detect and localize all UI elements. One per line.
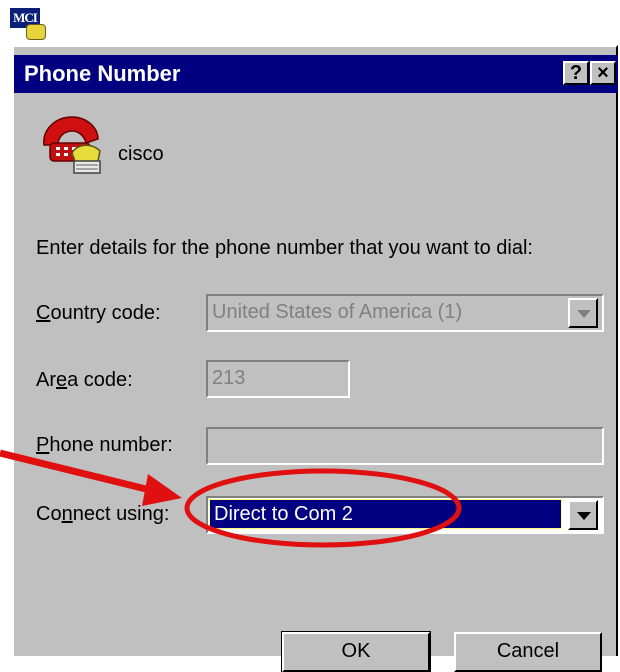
phone-number-dialog: Phone Number ? × cisco Enter details for…: [12, 45, 618, 672]
country-code-value: United States of America (1): [212, 301, 463, 323]
entry-name: cisco: [118, 143, 164, 165]
ok-button[interactable]: OK: [281, 631, 431, 672]
phone-icon: [43, 116, 101, 174]
help-icon[interactable]: ?: [563, 61, 589, 85]
area-code-value: 213: [212, 367, 246, 389]
chevron-down-icon[interactable]: [568, 500, 598, 530]
mci-app-icon[interactable]: MCI: [6, 2, 46, 40]
cancel-button[interactable]: Cancel: [454, 632, 602, 672]
instructions-text: Enter details for the phone number that …: [36, 237, 533, 259]
connect-using-combo[interactable]: Direct to Com 2: [206, 496, 604, 534]
area-code-label: Area code:: [36, 369, 133, 391]
phone-number-field: [206, 427, 604, 465]
chevron-down-icon: [568, 298, 598, 328]
connect-using-label: Connect using:: [36, 503, 170, 525]
title-bar[interactable]: Phone Number ? ×: [14, 55, 618, 93]
country-code-label: Country code:: [36, 302, 161, 324]
country-code-combo: United States of America (1): [206, 294, 604, 332]
phone-mini-icon: [26, 24, 46, 40]
connect-using-value: Direct to Com 2: [209, 499, 562, 529]
dialog-title: Phone Number: [24, 61, 181, 86]
close-icon[interactable]: ×: [590, 61, 616, 85]
area-code-field: 213: [206, 360, 350, 398]
phone-number-label: Phone number:: [36, 434, 173, 456]
